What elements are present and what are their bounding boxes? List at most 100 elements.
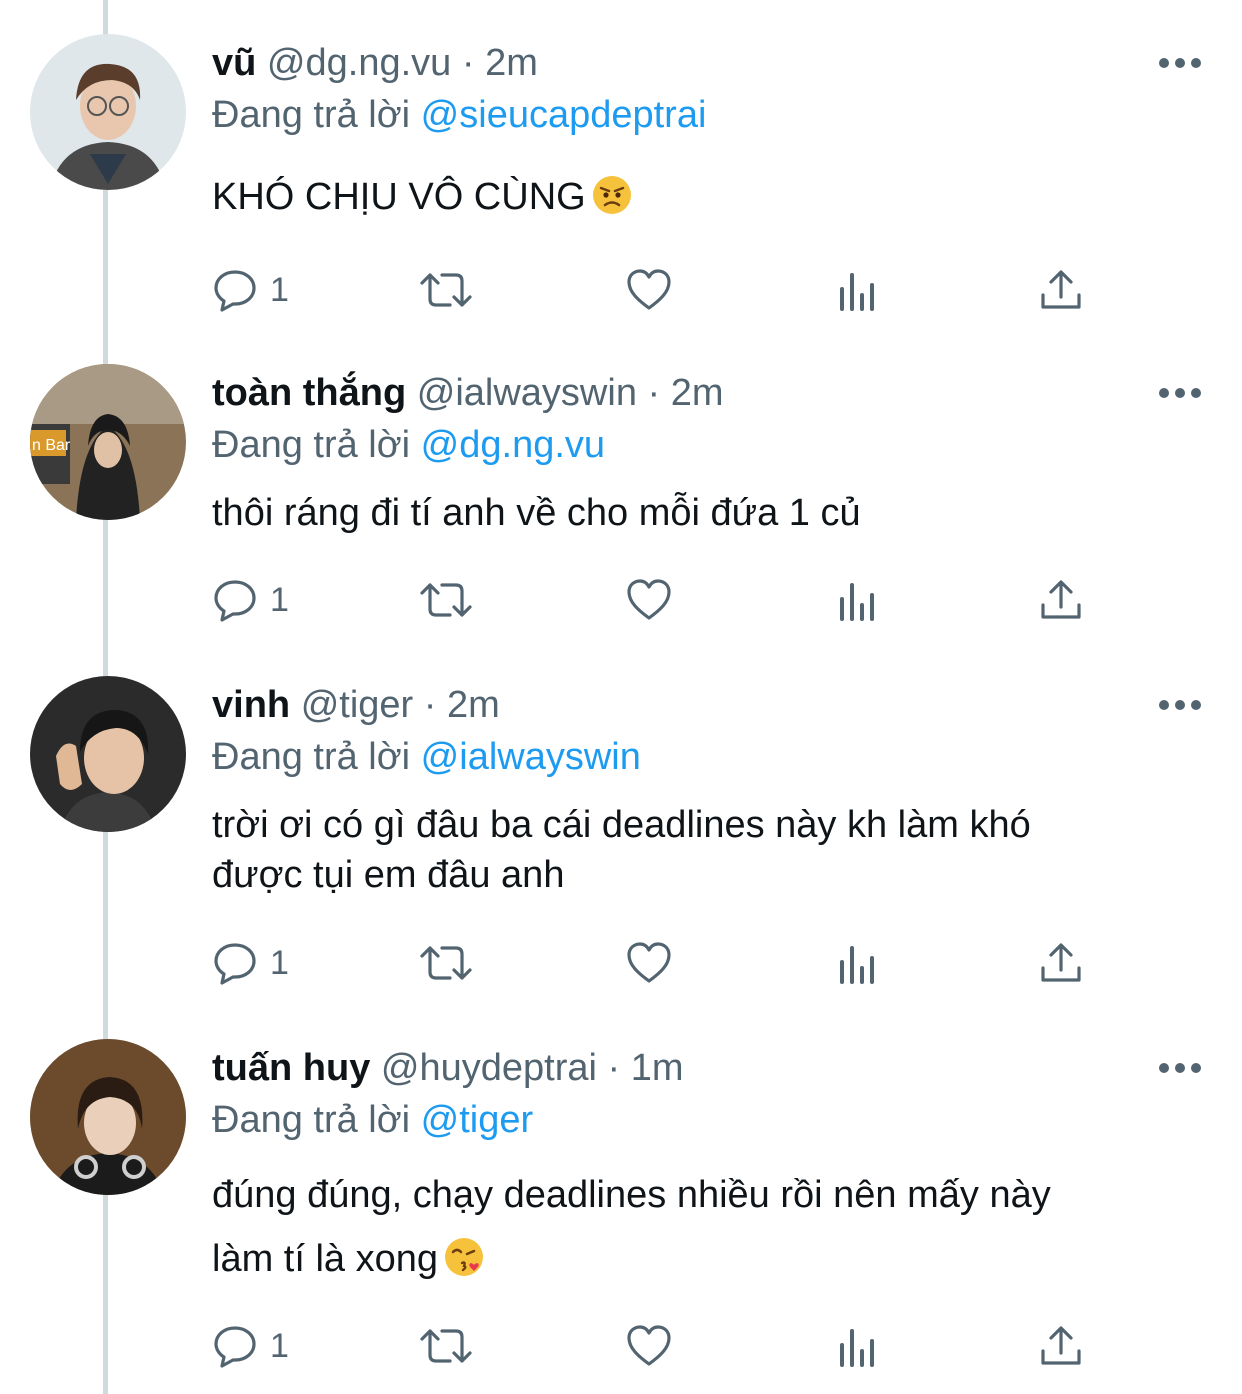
more-dots-icon[interactable]: [1158, 56, 1202, 70]
share-upload-icon: [1041, 270, 1081, 309]
separator-dot: ·: [647, 372, 661, 414]
tweet-text-line: thôi ráng đi tí anh về cho mỗi đứa 1 củ: [212, 492, 861, 534]
tweet-text: đúng đúng, chạy deadlines nhiều rồi nên …: [212, 1163, 1202, 1291]
analytics-button[interactable]: [834, 265, 880, 315]
avatar[interactable]: [30, 676, 186, 832]
reply-count: 1: [270, 580, 289, 619]
reply-count: 1: [270, 270, 289, 309]
tweet-header: vũ @dg.ng.vu · 2m: [212, 40, 538, 86]
retweet-button[interactable]: [418, 938, 474, 988]
tweet-text-line: làm tí là xong: [212, 1238, 438, 1280]
avatar[interactable]: n Bar: [30, 364, 186, 520]
share-button[interactable]: [1038, 1321, 1084, 1371]
retweet-button[interactable]: [418, 265, 474, 315]
replying-to: Đang trả lời @tiger: [212, 1097, 533, 1143]
user-handle[interactable]: @dg.ng.vu: [267, 42, 451, 84]
retweet-icon: [420, 946, 472, 980]
timestamp[interactable]: 2m: [671, 372, 724, 414]
mention-link[interactable]: @dg.ng.vu: [421, 424, 605, 466]
tweet-text-line: được tụi em đâu anh: [212, 854, 565, 896]
share-upload-icon: [1041, 580, 1081, 619]
tweet-text-line: KHÓ CHỊU VÔ CÙNG: [212, 176, 586, 218]
analytics-button[interactable]: [834, 1321, 880, 1371]
display-name[interactable]: tuấn huy: [212, 1047, 370, 1089]
retweet-button[interactable]: [418, 575, 474, 625]
reply-count: 1: [270, 1326, 289, 1365]
avatar[interactable]: [30, 34, 186, 190]
like-button[interactable]: [626, 938, 672, 988]
separator-dot: ·: [423, 684, 437, 726]
user-handle[interactable]: @huydeptrai: [381, 1047, 597, 1089]
timestamp[interactable]: 1m: [631, 1047, 684, 1089]
share-button[interactable]: [1038, 938, 1084, 988]
tweet-text: KHÓ CHỊU VÔ CÙNG: [212, 172, 1202, 222]
bar-chart-icon: [840, 1329, 874, 1367]
reply-button[interactable]: 1: [212, 1321, 289, 1371]
user-handle[interactable]: @ialwayswin: [417, 372, 637, 414]
separator-dot: ·: [461, 42, 475, 84]
retweet-icon: [420, 1329, 472, 1363]
speech-bubble-icon: [214, 943, 256, 985]
retweet-icon: [420, 583, 472, 617]
heart-icon: [627, 269, 671, 310]
reply-count: 1: [270, 943, 289, 982]
speech-bubble-icon: [214, 270, 256, 312]
bar-chart-icon: [840, 273, 874, 311]
tweet-header: vinh @tiger · 2m: [212, 682, 500, 728]
tweet-actions: 1: [212, 938, 1112, 988]
bar-chart-icon: [840, 583, 874, 621]
speech-bubble-icon: [214, 1326, 256, 1368]
tweet-header: toàn thắng @ialwayswin · 2m: [212, 370, 724, 416]
replying-to-label: Đang trả lời: [212, 424, 411, 466]
analytics-button[interactable]: [834, 575, 880, 625]
tweet-text-line: trời ơi có gì đâu ba cái deadlines này k…: [212, 804, 1031, 846]
display-name[interactable]: vũ: [212, 42, 256, 84]
more-dots-icon[interactable]: [1158, 1061, 1202, 1075]
reply-button[interactable]: 1: [212, 265, 289, 315]
like-button[interactable]: [626, 1321, 672, 1371]
like-button[interactable]: [626, 265, 672, 315]
mention-link[interactable]: @sieucapdeptrai: [421, 94, 707, 136]
heart-icon: [627, 579, 671, 620]
face-blowing-kiss-icon: [445, 1238, 483, 1276]
replying-to-label: Đang trả lời: [212, 736, 411, 778]
like-button[interactable]: [626, 575, 672, 625]
tweet-actions: 1: [212, 265, 1112, 315]
share-button[interactable]: [1038, 575, 1084, 625]
replying-to: Đang trả lời @dg.ng.vu: [212, 422, 605, 468]
tweet-text-line: đúng đúng, chạy deadlines nhiều rồi nên …: [212, 1174, 1051, 1216]
timestamp[interactable]: 2m: [447, 684, 500, 726]
more-dots-icon[interactable]: [1158, 386, 1202, 400]
replying-to: Đang trả lời @sieucapdeptrai: [212, 92, 706, 138]
tweet-text: thôi ráng đi tí anh về cho mỗi đứa 1 củ: [212, 488, 1202, 538]
speech-bubble-icon: [214, 580, 256, 622]
timestamp[interactable]: 2m: [485, 42, 538, 84]
mention-link[interactable]: @ialwayswin: [421, 736, 641, 778]
replying-to: Đang trả lời @ialwayswin: [212, 734, 641, 780]
separator-dot: ·: [607, 1047, 621, 1089]
share-button[interactable]: [1038, 265, 1084, 315]
user-handle[interactable]: @tiger: [301, 684, 414, 726]
reply-button[interactable]: 1: [212, 575, 289, 625]
heart-icon: [627, 1325, 671, 1366]
analytics-button[interactable]: [834, 938, 880, 988]
angry-face-icon: [592, 176, 631, 214]
display-name[interactable]: vinh: [212, 684, 290, 726]
display-name[interactable]: toàn thắng: [212, 372, 406, 414]
retweet-button[interactable]: [418, 1321, 474, 1371]
replying-to-label: Đang trả lời: [212, 94, 411, 136]
svg-text:n Bar: n Bar: [32, 437, 71, 454]
mention-link[interactable]: @tiger: [421, 1099, 534, 1141]
reply-button[interactable]: 1: [212, 938, 289, 988]
share-upload-icon: [1041, 943, 1081, 982]
more-dots-icon[interactable]: [1158, 698, 1202, 712]
bar-chart-icon: [840, 946, 874, 984]
replying-to-label: Đang trả lời: [212, 1099, 411, 1141]
tweet-header: tuấn huy @huydeptrai · 1m: [212, 1045, 684, 1091]
tweet-text: trời ơi có gì đâu ba cái deadlines này k…: [212, 800, 1202, 900]
avatar[interactable]: [30, 1039, 186, 1195]
heart-icon: [627, 942, 671, 983]
tweet-actions: 1: [212, 1321, 1112, 1371]
tweet-actions: 1: [212, 575, 1112, 625]
share-upload-icon: [1041, 1326, 1081, 1365]
